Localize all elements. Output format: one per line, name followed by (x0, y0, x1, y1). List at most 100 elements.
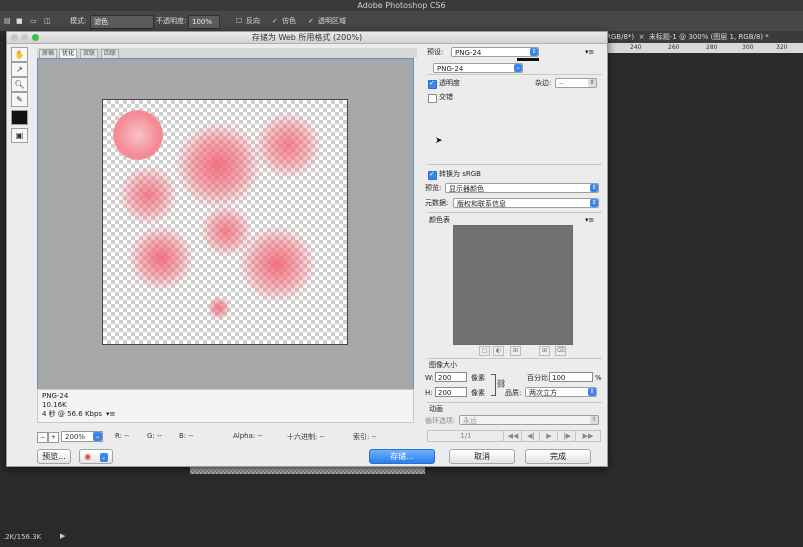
cancel-button[interactable]: 取消 (449, 449, 515, 464)
tool-preset-icon[interactable]: ▤ (4, 15, 11, 27)
preview-button[interactable]: 预览... (37, 449, 71, 464)
reverse-checkbox-icon[interactable]: ☐ (236, 15, 242, 27)
next-frame-icon[interactable]: |▶ (557, 430, 577, 442)
opacity-label: 不透明度: (156, 17, 187, 25)
play-icon[interactable]: ▶ (539, 430, 559, 442)
transparency-checkbox[interactable] (428, 79, 437, 89)
height-unit: 像素 (471, 389, 485, 397)
last-frame-icon[interactable]: ▶▶ (575, 430, 601, 442)
chevron-updown-icon: ⇕ (590, 416, 598, 424)
percent-input[interactable]: 100 (549, 372, 593, 382)
width-input[interactable]: 200 (435, 372, 467, 382)
reverse-label: 反向 (246, 17, 260, 25)
chevron-down-icon: ⌄ (93, 432, 102, 441)
chevron-down-icon: ⌄ (99, 453, 108, 462)
matte-select[interactable]: -- ⇕ (555, 78, 597, 88)
percent-unit: % (595, 374, 602, 382)
zoom-level-value: 200% (65, 433, 86, 441)
divider (427, 402, 602, 403)
info-download-time: 4 秒 @ 56.6 Kbps (42, 410, 103, 418)
preset-select[interactable]: PNG-24 ⇕ (451, 47, 539, 57)
height-input[interactable]: 200 (435, 387, 467, 397)
transparency-checkbox-icon[interactable]: ✓ (308, 15, 314, 27)
toggle-slices-icon[interactable]: ▣ (11, 128, 28, 143)
zoom-in-icon[interactable]: + (48, 432, 59, 443)
quality-label: 品质: (505, 389, 522, 397)
options-bar: ▤ ■ ▭ ◫ 模式: 滤色 不透明度: 100% ☐ 反向 ✓ 仿色 ✓ 透明… (0, 11, 803, 31)
image-size-label: 图像大小 (429, 361, 457, 369)
pink-blob (173, 120, 263, 210)
dither-label: 仿色 (282, 17, 296, 25)
preview-color-value: 显示器颜色 (449, 185, 484, 193)
info-format: PNG-24 (42, 392, 69, 400)
file-format-select[interactable]: PNG-24 ⌄ (433, 63, 523, 73)
optimized-preview-pane[interactable] (37, 58, 414, 390)
hex-readout: 十六进制: -- (287, 433, 325, 441)
eyedropper-color-swatch[interactable] (11, 110, 28, 125)
slice-select-tool-icon[interactable]: ↗ (11, 62, 28, 77)
status-menu-arrow-icon[interactable]: ▶ (60, 532, 65, 540)
ruler-tick: 300 (742, 44, 754, 51)
mode-select[interactable]: 滤色 (90, 15, 154, 29)
done-button[interactable]: 完成 (525, 449, 591, 464)
dither-checkbox-icon[interactable]: ✓ (272, 15, 278, 27)
chevron-updown-icon: ⇕ (530, 48, 538, 56)
metadata-select[interactable]: 版权和联系信息 ⇕ (453, 198, 599, 208)
pink-blob (253, 110, 323, 180)
map-color-icon[interactable]: □ (479, 346, 490, 356)
link-icon[interactable]: ⛓ (496, 379, 506, 388)
quality-select[interactable]: 两次立方 ⇕ (525, 387, 597, 397)
add-color-icon[interactable]: ⊞ (539, 346, 550, 356)
save-for-web-dialog: 存储为 Web 所用格式 (200%) ✋ ↗ 🔍︎ ✎ ▣ 原稿 优化 双联 … (6, 31, 608, 467)
color-table-swatch-area[interactable] (453, 225, 573, 345)
animation-label: 动画 (429, 405, 443, 413)
dialog-title-bar: 存储为 Web 所用格式 (200%) (7, 32, 607, 44)
preview-status-bar: − + 200% ⌄ R: -- G: -- B: -- Alpha: -- 十… (37, 431, 417, 443)
zoom-tool-icon[interactable]: 🔍︎ (11, 77, 28, 92)
loop-options-select[interactable]: 永远 ⇕ (459, 415, 599, 425)
doc-tab-2[interactable]: 未标题-1 @ 300% (图层 1, RGB/8) * (649, 33, 769, 41)
browser-icon: ◉ (84, 452, 92, 461)
preview-label: 预览: (425, 184, 442, 192)
linear-gradient-icon[interactable]: ▭ (30, 15, 37, 27)
canvas-edge-strip (190, 466, 425, 474)
opacity-input[interactable]: 100% (188, 15, 220, 29)
divider (427, 212, 602, 213)
frame-counter: 1/1 (427, 430, 505, 442)
color-table-label: 颜色表 (429, 216, 450, 224)
radial-gradient-icon[interactable]: ◫ (44, 15, 51, 27)
lock-color-icon[interactable]: ⊞ (510, 346, 521, 356)
gradient-swatch-icon[interactable]: ■ (16, 15, 23, 27)
hand-tool-icon[interactable]: ✋ (11, 47, 28, 62)
delete-color-icon[interactable]: ⌫ (555, 346, 566, 356)
zoom-out-icon[interactable]: − (37, 432, 48, 443)
file-format-value: PNG-24 (437, 65, 464, 73)
preview-color-select[interactable]: 显示器颜色 ⇕ (445, 183, 599, 193)
chevron-down-icon: ⌄ (514, 64, 522, 72)
loop-options-value: 永远 (463, 417, 477, 425)
web-shift-icon[interactable]: ◐ (493, 346, 504, 356)
blue-readout: B: -- (179, 432, 194, 440)
eyedropper-tool-icon[interactable]: ✎ (11, 92, 28, 107)
settings-menu-icon[interactable]: ▾≡ (585, 47, 594, 57)
ruler-tick: 280 (706, 44, 718, 51)
loop-options-label: 循环选项: (425, 417, 456, 425)
mouse-cursor-icon: ➤ (435, 136, 443, 146)
zoom-level-select[interactable]: 200% ⌄ (61, 431, 103, 442)
info-file-size: 10.16K (42, 401, 67, 409)
document-tabs: RGB/8*) × 未标题-1 @ 300% (图层 1, RGB/8) * (606, 31, 803, 43)
width-label: W: (425, 374, 434, 382)
browser-preview-button[interactable]: ◉ ⌄ (79, 449, 113, 464)
percent-label: 百分比: (527, 374, 551, 382)
first-frame-icon[interactable]: ◀◀ (503, 430, 523, 442)
convert-srgb-checkbox[interactable] (428, 170, 437, 180)
doc-tab-1[interactable]: RGB/8*) (606, 33, 634, 41)
save-button[interactable]: 存储... (369, 449, 435, 464)
status-bar: .2K/156.3K ▶ (0, 529, 803, 547)
color-table-menu-icon[interactable]: ▾≡ (585, 215, 594, 225)
info-menu-icon[interactable]: ▾≡ (106, 410, 115, 419)
interlaced-checkbox[interactable] (428, 94, 437, 103)
metadata-label: 元数据: (425, 199, 449, 207)
image-canvas[interactable] (102, 99, 348, 345)
prev-frame-icon[interactable]: ◀| (521, 430, 541, 442)
